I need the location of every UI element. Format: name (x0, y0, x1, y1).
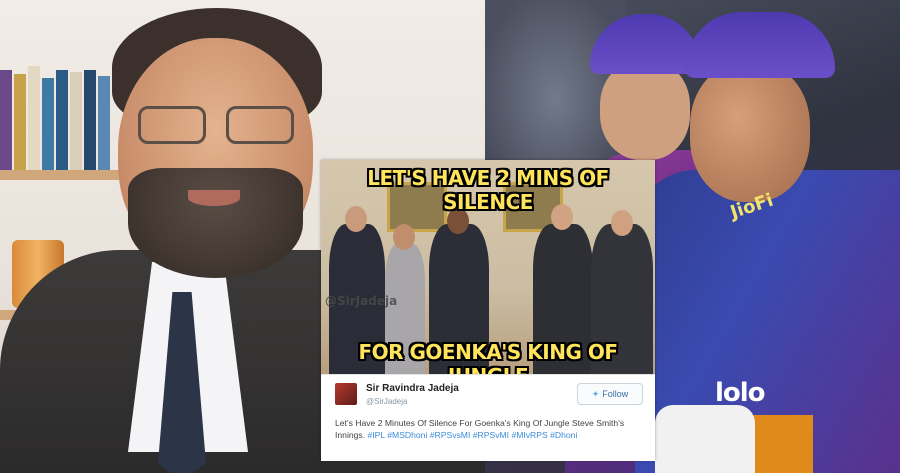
tweet-text: Let's Have 2 Minutes Of Silence For Goen… (335, 417, 647, 441)
lens (226, 106, 294, 144)
meme-caption-bottom: FOR GOENKA'S KING OF JUNGLE (358, 340, 618, 374)
player-cap (685, 12, 835, 78)
meme-watermark: @SirJadeja (325, 294, 398, 308)
book (70, 72, 82, 170)
book (98, 76, 110, 170)
meme-tweet-card: LET'S HAVE 2 MINS OF SILENCE @SirJadeja … (321, 160, 655, 461)
hashtag-link[interactable]: #Dhoni (550, 430, 577, 440)
batting-glove (655, 405, 755, 473)
mouth (188, 190, 240, 206)
tweet-author-name[interactable]: Sir Ravindra Jadeja (366, 383, 459, 394)
hashtag-link[interactable]: #MSDhoni (387, 430, 427, 440)
meme-caption-top: LET'S HAVE 2 MINS OF SILENCE (367, 166, 609, 214)
meme-image: LET'S HAVE 2 MINS OF SILENCE @SirJadeja … (321, 160, 655, 374)
follow-label: Follow (602, 389, 629, 399)
jersey-sponsor-logo: lolo (715, 378, 766, 408)
book (56, 70, 68, 170)
bookshelf (0, 170, 130, 180)
book (42, 78, 54, 170)
hashtag-link[interactable]: #IPL (368, 430, 385, 440)
book (84, 70, 96, 170)
avatar[interactable] (335, 383, 357, 405)
beard (128, 168, 303, 278)
lens (138, 106, 206, 144)
book (0, 70, 12, 170)
player-face (600, 60, 690, 160)
tweet-author-handle[interactable]: @SirJadeja (366, 397, 407, 406)
person-head (393, 224, 415, 250)
tweet: Sir Ravindra Jadeja @SirJadeja ✦ Follow … (321, 374, 655, 461)
book (14, 74, 26, 170)
player-face (690, 62, 810, 202)
twitter-bird-icon: ✦ (591, 388, 600, 399)
hashtag-link[interactable]: #RPSvMI (473, 430, 509, 440)
hashtag-link[interactable]: #MIvRPS (511, 430, 547, 440)
follow-button[interactable]: ✦ Follow (577, 383, 643, 405)
eyeglasses (130, 106, 300, 144)
hashtag-link[interactable]: #RPSvsMI (430, 430, 471, 440)
book (28, 66, 40, 170)
